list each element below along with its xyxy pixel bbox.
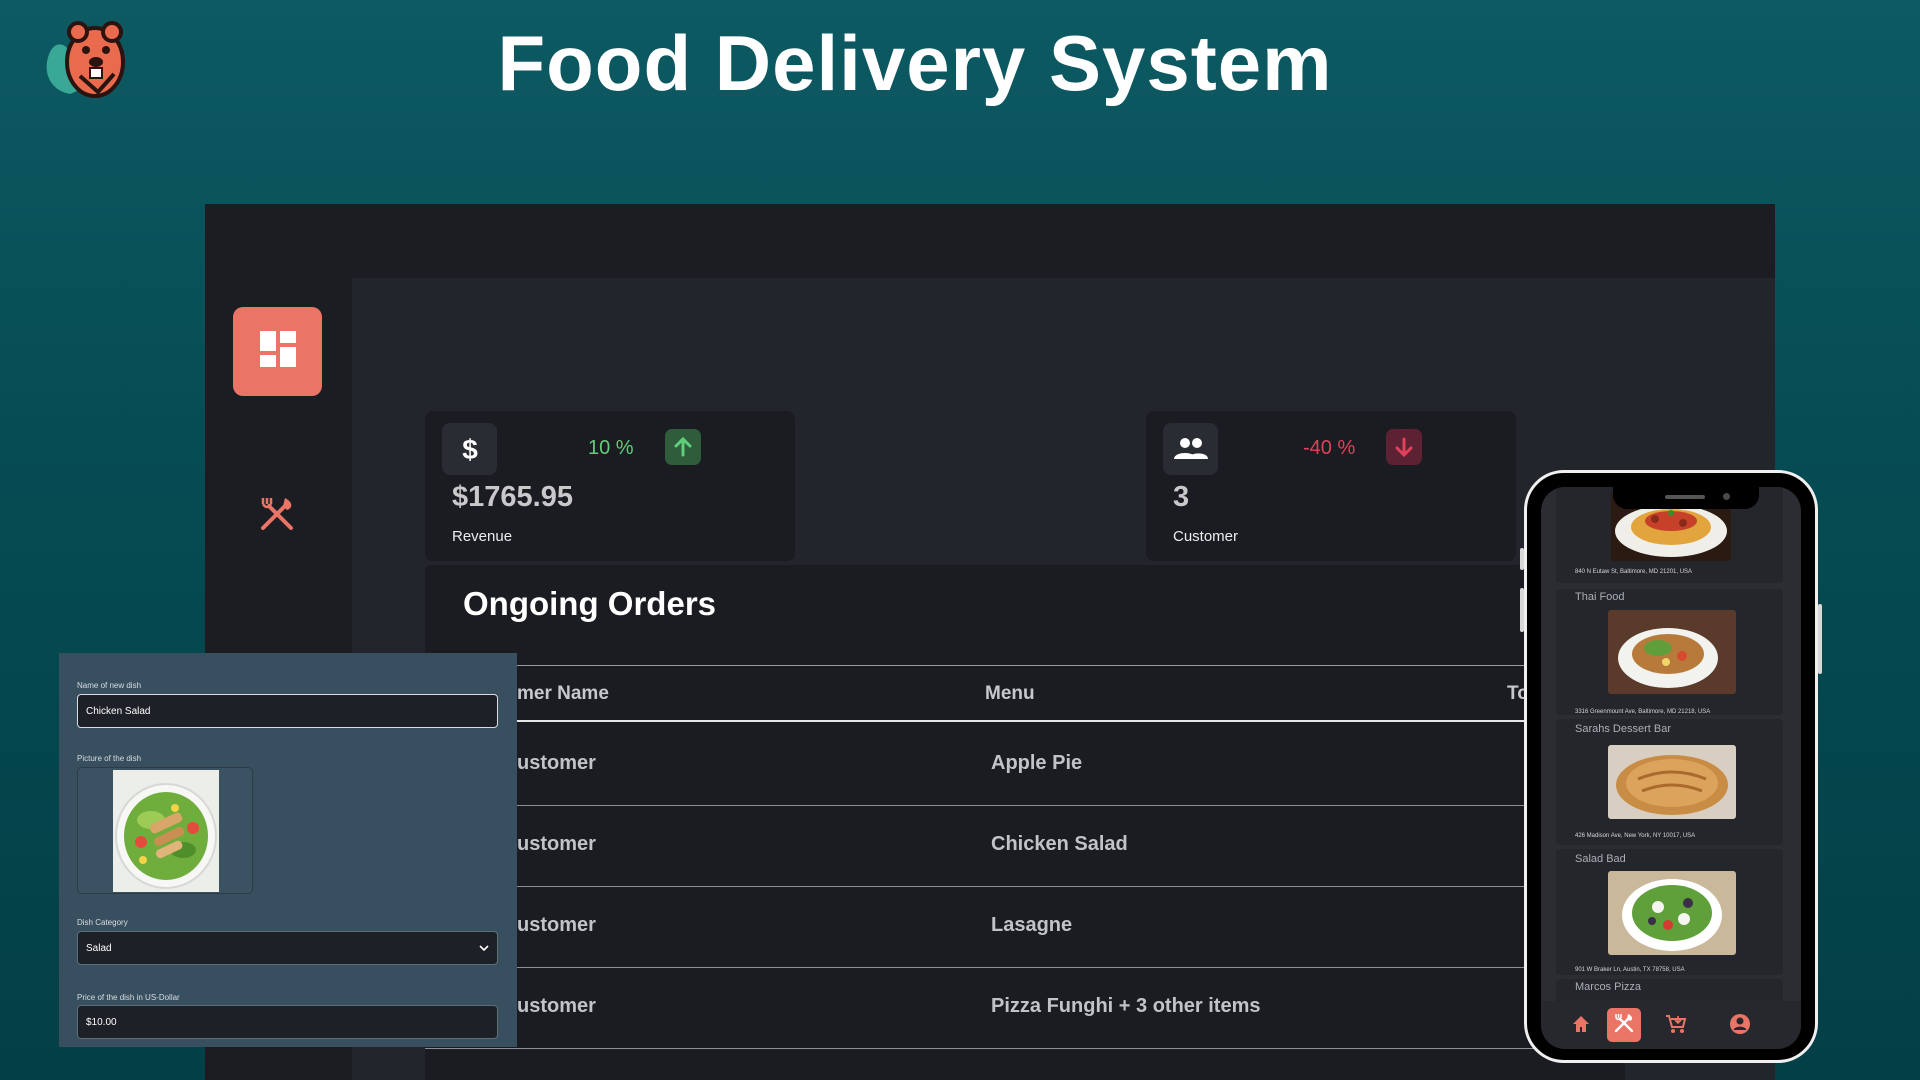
order-customer: ustomer xyxy=(517,995,596,1017)
restaurant-address: 901 W Braker Ln, Austin, TX 78758, USA xyxy=(1575,967,1685,973)
dish-price-value: $10.00 xyxy=(86,1016,117,1028)
fork-knife-icon xyxy=(1613,1012,1635,1039)
restaurant-address: 3316 Greenmount Ave, Baltimore, MD 21218… xyxy=(1575,709,1711,715)
speaker xyxy=(1665,495,1705,499)
tab-home[interactable] xyxy=(1566,1011,1596,1041)
chicken-salad-photo xyxy=(113,770,219,892)
restaurant-address: 426 Madison Ave, New York, NY 10017, USA xyxy=(1575,833,1696,839)
dish-category-value: Salad xyxy=(86,942,112,954)
table-row[interactable]: ustomer Lasagne xyxy=(425,888,1625,968)
order-menu: Chicken Salad xyxy=(991,833,1128,855)
tab-restaurants[interactable] xyxy=(1607,1008,1641,1042)
tab-cart[interactable] xyxy=(1661,1011,1691,1041)
dish-name-input[interactable]: Chicken Salad xyxy=(77,694,498,728)
phone-screen: 840 N Eutaw St, Baltimore, MD 21201, USA… xyxy=(1541,487,1801,1049)
people-icon xyxy=(1163,423,1218,475)
order-customer: ustomer xyxy=(517,833,596,855)
chevron-down-icon xyxy=(479,943,489,953)
dish-name-value: Chicken Salad xyxy=(86,705,151,717)
column-menu[interactable]: Menu xyxy=(985,683,1035,705)
dish-category-select[interactable]: Salad xyxy=(77,931,498,965)
pie-photo xyxy=(1608,745,1736,819)
orders-title: Ongoing Orders xyxy=(463,585,717,622)
cart-icon xyxy=(1665,1013,1687,1040)
restaurant-name: Marcos Pizza xyxy=(1575,981,1642,993)
customer-percent: -40 % xyxy=(1303,437,1356,459)
camera-icon xyxy=(1723,493,1730,500)
order-menu: Pizza Funghi + 3 other items xyxy=(991,995,1261,1017)
order-menu: Lasagne xyxy=(991,914,1073,936)
revenue-percent: 10 % xyxy=(588,437,634,459)
restaurant-name: Salad Bad xyxy=(1575,853,1626,865)
account-circle-icon xyxy=(1729,1013,1751,1040)
phone-mockup: 840 N Eutaw St, Baltimore, MD 21201, USA… xyxy=(1524,470,1818,1063)
arrow-up-icon xyxy=(665,429,701,465)
salad-bowl-photo xyxy=(1608,871,1736,955)
sidebar-item-dashboard[interactable] xyxy=(233,307,322,396)
revenue-value: $1765.95 xyxy=(452,481,573,513)
customer-card: -40 % 3 Customer xyxy=(1146,411,1516,561)
dish-price-input[interactable]: $10.00 xyxy=(77,1005,498,1039)
restaurant-address: 840 N Eutaw St, Baltimore, MD 21201, USA xyxy=(1575,569,1693,575)
dollar-icon: $ xyxy=(442,423,497,475)
table-row[interactable]: ustomer Apple Pie xyxy=(425,726,1625,806)
orders-table-header: mer Name Menu To xyxy=(425,665,1625,722)
phone-power-button xyxy=(1818,604,1822,674)
add-dish-form: Name of new dish Chicken Salad Picture o… xyxy=(59,653,517,1047)
phone-notch xyxy=(1613,487,1759,509)
dashboard-grid-icon xyxy=(259,331,296,372)
dish-name-label: Name of new dish xyxy=(77,681,142,690)
dish-picture-label: Picture of the dish xyxy=(77,754,142,763)
order-customer: ustomer xyxy=(517,914,596,936)
restaurant-card[interactable]: 3316 Greenmount Ave, Baltimore, MD 21218… xyxy=(1556,709,1783,845)
customer-value: 3 xyxy=(1173,481,1190,513)
dish-picture-upload[interactable] xyxy=(77,767,253,894)
revenue-label: Revenue xyxy=(452,528,513,545)
ongoing-orders-panel: Ongoing Orders mer Name Menu To ustomer … xyxy=(425,565,1625,1080)
customer-label: Customer xyxy=(1173,528,1239,545)
dish-category-label: Dish Category xyxy=(77,918,128,927)
home-icon xyxy=(1571,1014,1591,1039)
order-menu: Apple Pie xyxy=(991,752,1083,774)
sidebar-item-dishes[interactable] xyxy=(257,494,297,534)
restaurant-name: Thai Food xyxy=(1575,591,1625,603)
revenue-card: $ 10 % $1765.95 Revenue xyxy=(425,411,795,561)
dish-price-label: Price of the dish in US-Dollar xyxy=(77,993,180,1002)
svg-text:$: $ xyxy=(462,434,478,464)
table-row[interactable]: ustomer Chicken Salad xyxy=(425,807,1625,887)
page-title: Food Delivery System xyxy=(497,19,1333,107)
thai-noodles-photo xyxy=(1608,610,1736,694)
restaurant-name: Sarahs Dessert Bar xyxy=(1575,723,1671,735)
restaurant-card[interactable]: Salad Bad 901 W Braker Ln, Austin, TX 78… xyxy=(1556,849,1783,975)
tab-profile[interactable] xyxy=(1725,1011,1755,1041)
fork-knife-icon xyxy=(257,498,297,538)
restaurant-card[interactable]: Thai Food xyxy=(1556,589,1783,715)
phone-tab-bar xyxy=(1541,1001,1801,1049)
arrow-down-icon xyxy=(1386,429,1422,465)
table-row[interactable]: ustomer Pizza Funghi + 3 other items xyxy=(425,969,1625,1049)
order-customer: ustomer xyxy=(517,752,596,774)
column-customer-name[interactable]: mer Name xyxy=(517,683,609,705)
